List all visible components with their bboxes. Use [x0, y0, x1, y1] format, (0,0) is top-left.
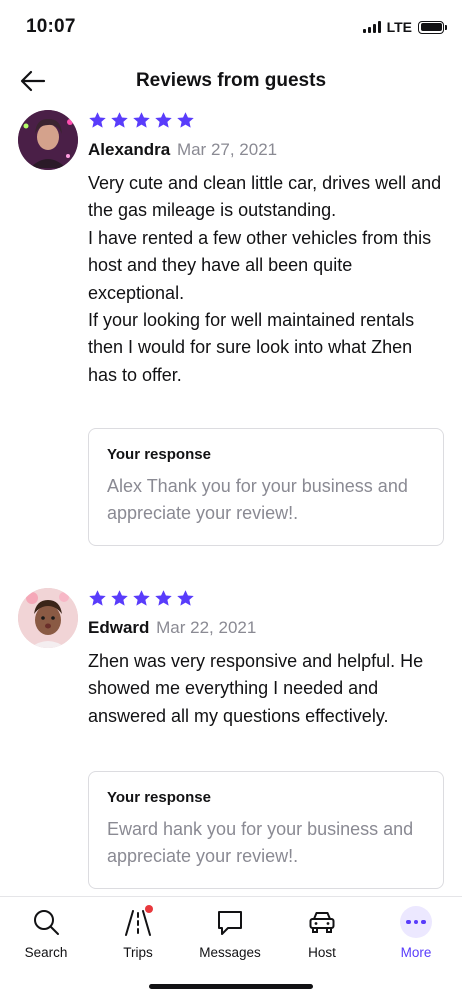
status-time: 10:07 — [26, 16, 76, 37]
star-icon — [177, 111, 194, 128]
header: Reviews from guests — [0, 56, 462, 106]
star-icon — [89, 589, 106, 606]
nav-label: Search — [24, 945, 68, 960]
response-text: Eward hank you for your business and app… — [107, 819, 414, 867]
nav-item-host[interactable]: Host — [276, 905, 368, 961]
home-indicator — [149, 984, 313, 989]
car-icon — [305, 905, 339, 939]
notification-badge — [145, 905, 153, 913]
review-date: Mar 27, 2021 — [176, 140, 278, 159]
star-icon — [155, 111, 172, 128]
review-text: Very cute and clean little car, drives w… — [88, 170, 444, 389]
review-text: Zhen was very responsive and helpful. He… — [88, 648, 444, 730]
signal-icon — [362, 21, 381, 33]
nav-item-more[interactable]: More — [370, 905, 462, 961]
reviewer-name: Edward — [88, 618, 150, 637]
chat-bubble-icon — [213, 905, 247, 939]
avatar[interactable] — [18, 110, 78, 170]
response-card: Your response Eward hank you for your bu… — [88, 771, 444, 889]
review-paragraph: I have rented a few other vehicles from … — [88, 227, 432, 303]
page-title: Reviews from guests — [135, 70, 327, 91]
network-type: LTE — [386, 19, 412, 35]
reviewer-name: Alexandra — [88, 140, 171, 159]
response-card: Your response Alex Thank you for your bu… — [88, 428, 444, 546]
star-rating — [88, 110, 444, 130]
star-icon — [133, 589, 150, 606]
nav-label: More — [400, 945, 432, 960]
nav-label: Messages — [199, 945, 261, 960]
star-icon — [111, 589, 128, 606]
road-icon — [121, 905, 155, 939]
nav-label: Trips — [123, 945, 153, 960]
review-paragraph: If your looking for well maintained rent… — [88, 310, 415, 385]
star-rating — [88, 588, 444, 608]
battery-icon — [418, 20, 447, 34]
search-icon — [29, 905, 63, 939]
review-paragraph: Zhen was very responsive and helpful. He… — [88, 651, 424, 726]
status-bar: 10:07 LTE — [0, 0, 462, 56]
nav-item-trips[interactable]: Trips — [92, 905, 184, 961]
star-icon — [89, 111, 106, 128]
status-indicators: LTE — [362, 19, 447, 35]
nav-item-messages[interactable]: Messages — [184, 905, 276, 961]
nav-label: Host — [308, 945, 336, 960]
more-dots-icon — [399, 905, 433, 939]
star-icon — [155, 589, 172, 606]
nav-item-search[interactable]: Search — [0, 905, 92, 961]
star-icon — [177, 589, 194, 606]
star-icon — [133, 111, 150, 128]
star-icon — [111, 111, 128, 128]
response-label: Your response — [107, 789, 211, 806]
review-date: Mar 22, 2021 — [156, 618, 257, 637]
review-paragraph: Very cute and clean little car, drives w… — [88, 173, 442, 221]
response-label: Your response — [107, 446, 211, 463]
response-text: Alex Thank you for your business and app… — [107, 476, 408, 524]
avatar[interactable] — [18, 588, 78, 648]
